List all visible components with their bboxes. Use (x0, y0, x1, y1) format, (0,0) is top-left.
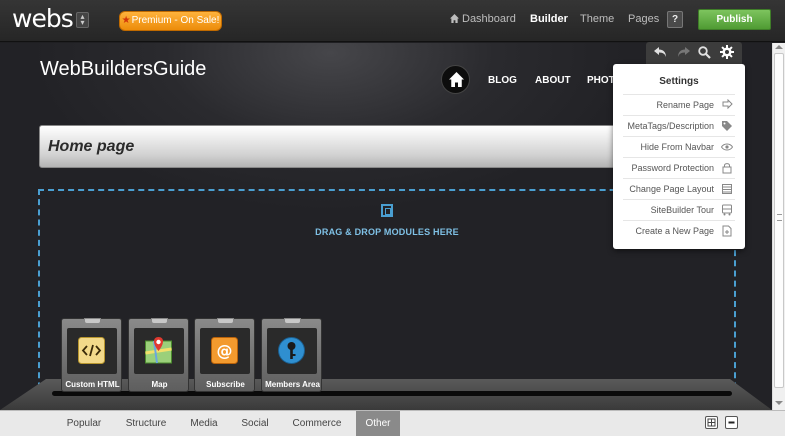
nav-dashboard[interactable]: Dashboard (450, 13, 516, 25)
collapse-tray-icon[interactable] (725, 416, 738, 429)
page-header-bar[interactable]: Home page (39, 125, 639, 168)
menu-item-label: SiteBuilder Tour (650, 205, 714, 215)
menu-item-label: Hide From Navbar (640, 142, 714, 152)
home-icon (450, 14, 459, 23)
tab-popular[interactable]: Popular (58, 411, 110, 436)
menu-hide-navbar[interactable]: Hide From Navbar (623, 136, 735, 157)
layout-icon (722, 184, 732, 194)
module-label: Custom HTML (65, 380, 120, 389)
module-subscribe[interactable]: @ Subscribe (194, 318, 255, 392)
chevron-up-down-icon: ▴ ▾ (80, 12, 85, 27)
site-nav-photos[interactable]: PHOT (587, 75, 615, 86)
home-icon (449, 72, 464, 87)
module-label: Subscribe (206, 380, 245, 389)
module-map[interactable]: Map (128, 318, 189, 392)
menu-item-label: Create a New Page (635, 226, 714, 236)
site-nav-about[interactable]: ABOUT (535, 75, 571, 86)
menu-item-label: Rename Page (656, 100, 714, 110)
at-icon: @ (211, 337, 238, 364)
rename-icon (722, 99, 733, 110)
scroll-up-icon[interactable] (775, 45, 783, 49)
module-label: Members Area (265, 380, 320, 389)
grid-glyph (707, 418, 716, 427)
settings-title: Settings (659, 76, 699, 87)
module-label: Map (151, 380, 168, 389)
menu-password-protection[interactable]: Password Protection (623, 157, 735, 178)
tab-commerce[interactable]: Commerce (285, 411, 349, 436)
menu-rename-page[interactable]: Rename Page (623, 94, 735, 115)
module-members-area[interactable]: Members Area (261, 318, 322, 392)
menu-create-new-page[interactable]: Create a New Page (623, 220, 735, 241)
tab-structure[interactable]: Structure (118, 411, 174, 436)
module-clip (151, 318, 168, 324)
module-category-bar: Popular Structure Media Social Commerce … (0, 410, 785, 436)
vertical-scrollbar[interactable] (772, 43, 785, 410)
module-screen (67, 328, 117, 374)
tab-other[interactable]: Other (356, 411, 400, 436)
site-home-button[interactable] (441, 65, 470, 94)
help-button[interactable]: ? (667, 11, 683, 28)
premium-label: Premium - On Sale! (131, 15, 220, 26)
menu-metatags[interactable]: MetaTags/Description (623, 115, 735, 136)
module-clip (84, 318, 101, 324)
undo-icon[interactable] (654, 46, 667, 58)
map-icon (145, 337, 172, 364)
star-icon: ★ (121, 15, 131, 26)
tab-media[interactable]: Media (182, 411, 226, 436)
module-screen (134, 328, 184, 374)
minus-glyph (728, 421, 735, 424)
page-edit-toolbar (646, 42, 742, 64)
svg-text:@: @ (217, 341, 233, 360)
grid-view-icon[interactable] (705, 416, 718, 429)
scroll-down-icon[interactable] (775, 401, 783, 405)
site-title[interactable]: WebBuildersGuide (40, 58, 206, 81)
nav-pages[interactable]: Pages (628, 13, 659, 25)
menu-change-layout[interactable]: Change Page Layout (623, 178, 735, 199)
bus-icon (722, 204, 732, 216)
menu-item-label: Password Protection (631, 163, 714, 173)
publish-button[interactable]: Publish (698, 9, 771, 30)
premium-button[interactable]: ★Premium - On Sale! (119, 11, 222, 31)
scroll-thumb[interactable] (774, 53, 784, 388)
menu-item-label: Change Page Layout (629, 184, 714, 194)
top-bar: webs ▴ ▾ ★Premium - On Sale! Dashboard Bu… (0, 0, 785, 42)
module-custom-html[interactable]: Custom HTML (61, 318, 122, 392)
scroll-grip-icon (777, 214, 782, 221)
drop-target-icon (381, 204, 393, 217)
module-clip (217, 318, 234, 324)
tag-icon (722, 121, 732, 131)
settings-menu: Settings Rename Page MetaTags/Descriptio… (613, 64, 745, 249)
new-page-icon (722, 225, 732, 237)
gear-icon[interactable] (720, 45, 734, 59)
module-screen: @ (200, 328, 250, 374)
tab-social[interactable]: Social (233, 411, 277, 436)
webs-logo[interactable]: webs (12, 4, 74, 33)
nav-theme[interactable]: Theme (580, 13, 614, 25)
search-icon[interactable] (698, 46, 711, 59)
site-nav-blog[interactable]: BLOG (488, 75, 517, 86)
eye-icon (721, 143, 733, 151)
code-icon (78, 337, 105, 364)
module-screen (267, 328, 317, 374)
menu-sitebuilder-tour[interactable]: SiteBuilder Tour (623, 199, 735, 220)
lock-icon (722, 163, 732, 174)
module-clip (284, 318, 301, 324)
nav-dashboard-label: Dashboard (462, 13, 516, 25)
logo-dropdown-button[interactable]: ▴ ▾ (76, 12, 89, 28)
menu-item-label: MetaTags/Description (627, 121, 714, 131)
key-icon (278, 337, 305, 364)
page-title: Home page (48, 138, 135, 155)
redo-icon[interactable] (677, 46, 690, 58)
nav-builder[interactable]: Builder (530, 13, 568, 25)
